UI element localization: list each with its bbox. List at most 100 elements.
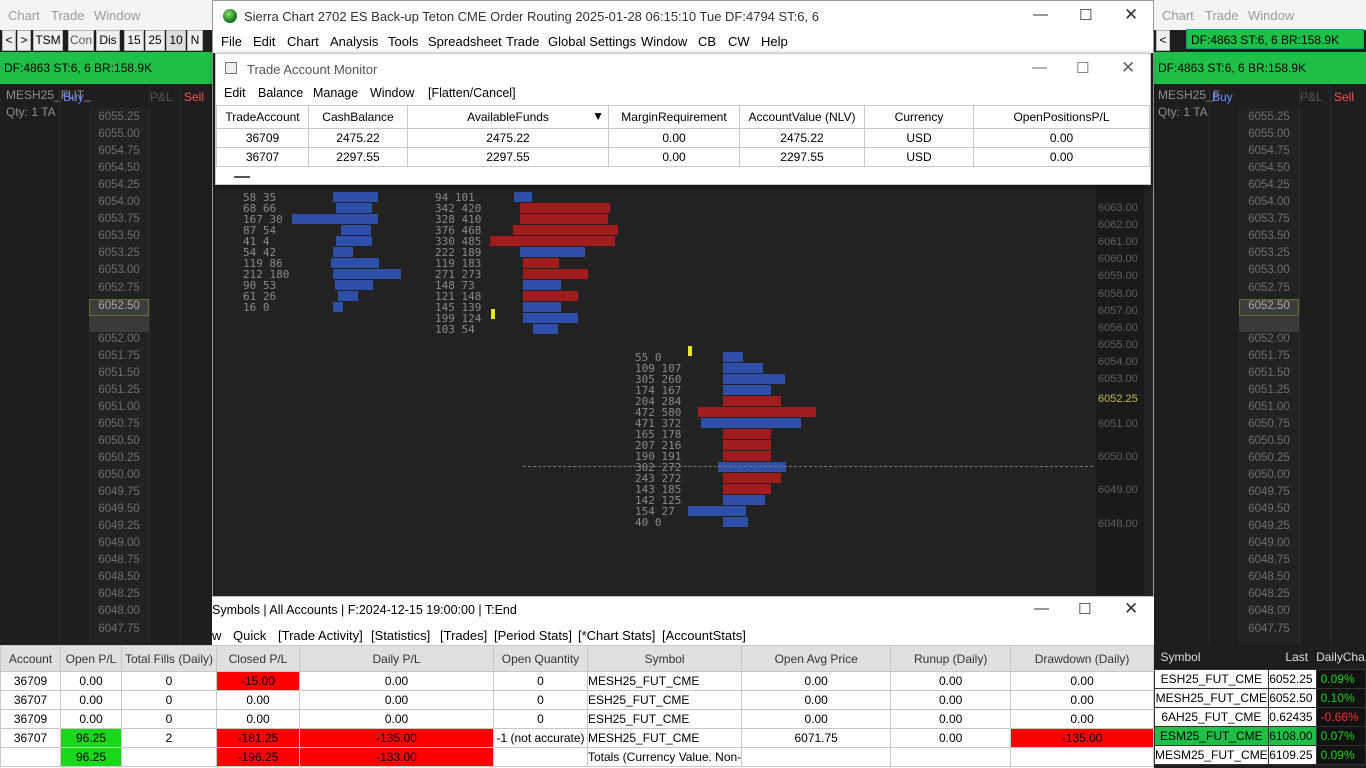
table-row[interactable]: 36707 96.25 2 -181.25 -135.00 -1 (not accurat… [0,728,1154,748]
table-row[interactable]: 96.25 -196.25 -133.00 Totals (Currency Valu… [0,747,1154,767]
quote-row[interactable]: 6AH25_FUT_CME 0.62435 -0.66% [1154,706,1366,727]
quotes-header-last[interactable]: Last [1268,645,1317,669]
left-price-row[interactable]: 6052.50 [89,298,149,316]
left-price-row[interactable]: 6053.00 [89,264,149,276]
left-n-button[interactable]: N [187,30,203,51]
tam-header-margin[interactable]: MarginRequirement [608,105,740,129]
right-price-row[interactable]: 6049.75 [1239,486,1299,498]
right-price-row[interactable]: 6049.50 [1239,503,1299,515]
right-price-row[interactable]: 6048.50 [1239,571,1299,583]
left-price-ladder[interactable]: 6055.25 6055.00 6054.75 6054.50 6054.25 6054.… [89,108,149,645]
tam-minimize-button[interactable]: — [1032,59,1047,76]
right-price-row[interactable]: 6049.00 [1239,537,1299,549]
right-price-row[interactable]: 6053.50 [1239,230,1299,242]
right-price-row[interactable]: 6051.50 [1239,367,1299,379]
ta-header-open-pl[interactable]: Open P/L [60,645,122,672]
menu-cw[interactable]: CW [728,34,750,49]
right-price-row[interactable]: 6054.75 [1239,145,1299,157]
ta-header-account[interactable]: Account [0,645,61,672]
left-tsm-button[interactable]: TSM [33,30,63,51]
ta-header-runup[interactable]: Runup (Daily) [890,645,1012,672]
left-price-row[interactable]: 6055.25 [89,111,149,123]
left-price-row[interactable]: 6050.75 [89,418,149,430]
tam-menu-flatten[interactable]: [Flatten/Cancel] [428,86,516,100]
left-menu-window[interactable]: Window [94,8,140,23]
ta-header-daily-pl[interactable]: Daily P/L [299,645,494,672]
right-price-row[interactable]: 6055.00 [1239,128,1299,140]
left-price-row[interactable]: 6054.75 [89,145,149,157]
right-price-row[interactable]: 6051.75 [1239,350,1299,362]
left-price-row[interactable]: 6048.50 [89,571,149,583]
footprint-chart[interactable]: 58 35 68 66 167 30 87 54 41 4 54 42 119 86 212 … [223,185,1144,595]
menu-analysis[interactable]: Analysis [330,34,378,49]
ta-menu-trade-activity[interactable]: [Trade Activity] [278,628,363,643]
left-buy-header[interactable]: Buy [63,90,84,104]
ta-header-drawdown[interactable]: Drawdown (Daily) [1010,645,1154,672]
right-price-row[interactable]: 6050.00 [1239,469,1299,481]
right-price-row[interactable]: 6052.50 [1239,298,1299,316]
left-dis-button[interactable]: Dis [96,30,120,51]
tam-header-availablefunds[interactable]: AvailableFunds ▼ [407,105,609,129]
ta-menu-period-stats[interactable]: [Period Stats] [494,628,572,643]
left-price-row[interactable]: 6054.25 [89,179,149,191]
left-price-row[interactable]: 6053.75 [89,213,149,225]
left-15-button[interactable]: 15 [124,30,144,51]
left-price-row[interactable]: 6054.00 [89,196,149,208]
right-price-row[interactable]: 6054.00 [1239,196,1299,208]
left-price-row[interactable]: 6055.00 [89,128,149,140]
right-sell-header[interactable]: Sell [1334,90,1354,104]
left-price-row[interactable]: 6050.25 [89,452,149,464]
left-sell-header[interactable]: Sell [184,90,204,104]
tam-table-row[interactable]: 36709 2475.22 2475.22 0.00 2475.22 USD 0.00 [216,128,1150,148]
right-prev-button[interactable]: < [1156,30,1170,51]
left-price-row[interactable]: 6048.25 [89,588,149,600]
left-price-row[interactable]: 6054.50 [89,162,149,174]
main-minimize-button[interactable]: — [1033,6,1048,23]
right-price-row[interactable]: 6048.75 [1239,554,1299,566]
menu-spreadsheet[interactable]: Spreadsheet [428,34,502,49]
left-price-row[interactable]: 6048.75 [89,554,149,566]
ta-menu-trades[interactable]: [Trades] [440,628,487,643]
right-menu-trade[interactable]: Trade [1205,8,1238,23]
menu-trade[interactable]: Trade [506,34,539,49]
table-row[interactable]: 36707 0.00 0 0.00 0.00 0 ESH25_FUT_CME 0.00 0.00… [0,690,1154,710]
right-buy-header[interactable]: Buy [1212,90,1233,104]
right-price-row[interactable]: 6050.25 [1239,452,1299,464]
left-price-row[interactable]: 6052.75 [89,282,149,294]
right-price-row[interactable]: 6048.25 [1239,588,1299,600]
tam-maximize-button[interactable]: ☐ [1076,59,1089,77]
tam-header-accountvalue[interactable]: AccountValue (NLV) [739,105,865,129]
ta-menu-statistics[interactable]: [Statistics] [371,628,430,643]
menu-tools[interactable]: Tools [388,34,418,49]
table-row[interactable]: 36709 0.00 0 -15.00 0.00 0 MESH25_FUT_CME 0.00 0… [0,671,1154,691]
quote-row[interactable]: MESH25_FUT_CME 6052.50 0.10% [1154,687,1366,708]
left-price-row[interactable]: 6051.50 [89,367,149,379]
tam-header-tradeaccount[interactable]: TradeAccount [216,105,309,129]
left-price-row[interactable] [89,315,149,332]
right-price-row[interactable]: 6051.00 [1239,401,1299,413]
ta-menu-chart-stats[interactable]: [*Chart Stats] [578,628,655,643]
right-price-row[interactable]: 6054.25 [1239,179,1299,191]
left-prev-button[interactable]: < [2,30,16,51]
right-price-row[interactable]: 6050.75 [1239,418,1299,430]
quotes-header-change[interactable]: DailyCha [1316,645,1366,669]
ta-header-total-fills[interactable]: Total Fills (Daily) [121,645,217,672]
ta-header-closed-pl[interactable]: Closed P/L [216,645,300,672]
right-price-row[interactable]: 6052.00 [1239,333,1299,345]
ta-maximize-button[interactable]: ☐ [1078,600,1091,618]
right-menu-window[interactable]: Window [1248,8,1294,23]
tam-table-row[interactable]: 36707 2297.55 2297.55 0.00 2297.55 USD 0.00 [216,147,1150,167]
quote-row[interactable]: ESH25_FUT_CME 6052.25 0.09% [1154,668,1366,689]
menu-file[interactable]: File [221,34,242,49]
left-price-row[interactable]: 6053.50 [89,230,149,242]
left-price-row[interactable]: 6048.00 [89,605,149,617]
right-price-row[interactable]: 6053.25 [1239,247,1299,259]
left-25-button[interactable]: 25 [145,30,165,51]
left-price-row[interactable]: 6049.75 [89,486,149,498]
left-price-row[interactable]: 6051.00 [89,401,149,413]
right-price-row[interactable]: 6053.00 [1239,264,1299,276]
ta-minimize-button[interactable]: — [1034,600,1049,617]
right-price-row[interactable]: 6048.00 [1239,605,1299,617]
left-menu-trade[interactable]: Trade [51,8,84,23]
right-price-row[interactable]: 6047.75 [1239,623,1299,635]
